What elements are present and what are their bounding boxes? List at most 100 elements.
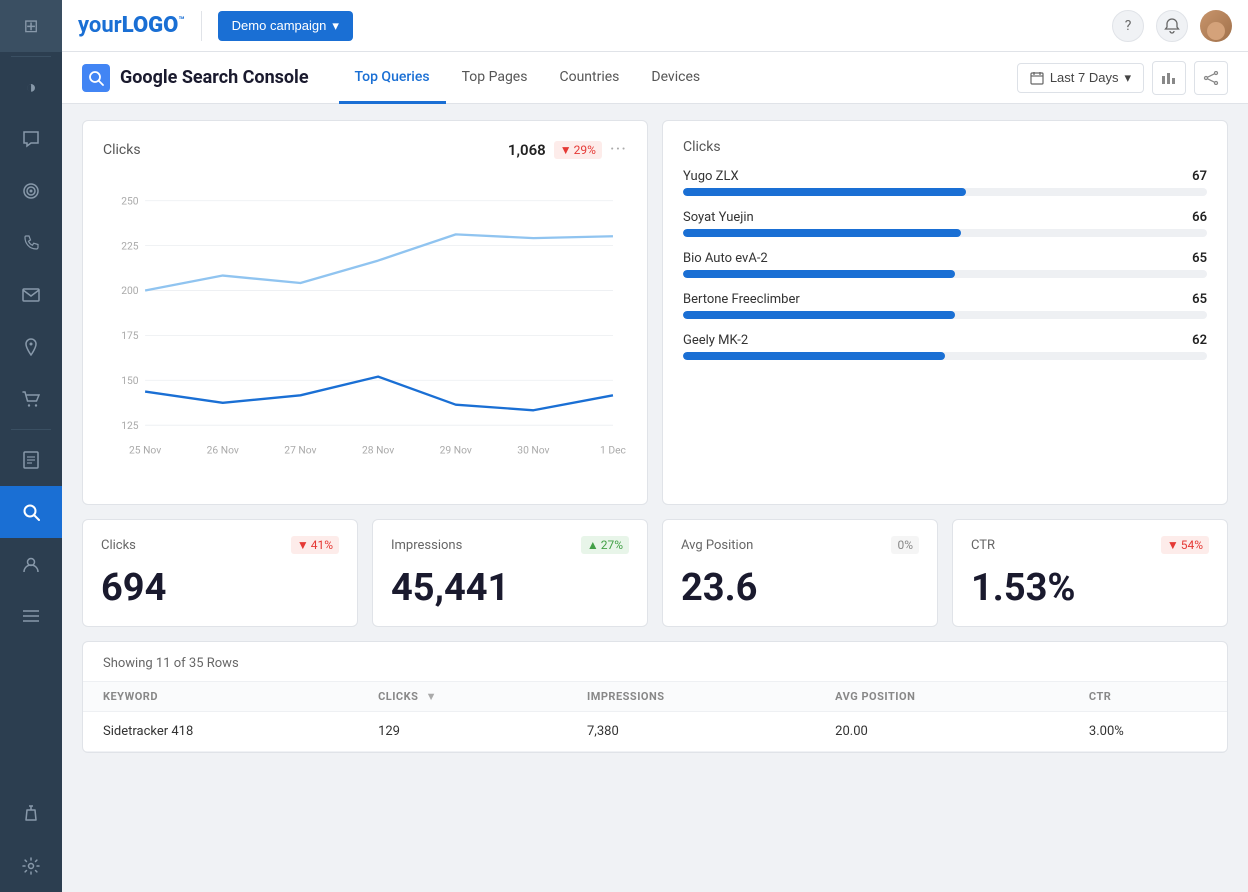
- chart-more-button[interactable]: ···: [610, 139, 627, 160]
- sidebar-item-list[interactable]: [0, 590, 62, 642]
- clicks-bar-card: Clicks Yugo ZLX 67 Soyat Yuejin: [662, 120, 1228, 505]
- bar-track-2: [683, 270, 1207, 278]
- bar-track-4: [683, 352, 1207, 360]
- sidebar: ⊞ ◑: [0, 0, 62, 892]
- date-range-button[interactable]: Last 7 Days ▾: [1017, 63, 1144, 93]
- svg-text:225: 225: [121, 239, 139, 252]
- bar-value-1: 66: [1192, 210, 1207, 225]
- sidebar-item-search[interactable]: [0, 486, 62, 538]
- bar-track-3: [683, 311, 1207, 319]
- data-table: Keyword Clicks ▼ Impressions Avg Positio…: [83, 681, 1227, 752]
- tab-top-queries[interactable]: Top Queries: [339, 52, 446, 104]
- table-header-row: Keyword Clicks ▼ Impressions Avg Positio…: [83, 682, 1227, 712]
- sidebar-item-chat[interactable]: [0, 113, 62, 165]
- sidebar-item-home[interactable]: ⊞: [0, 0, 62, 52]
- down-arrow-icon: ▼: [560, 143, 572, 157]
- help-button[interactable]: ?: [1112, 10, 1144, 42]
- chart-change-badge: ▼ 29%: [554, 141, 602, 159]
- col-header-avg-position: Avg Position: [815, 682, 1069, 712]
- col-header-keyword: Keyword: [83, 682, 358, 712]
- logo-logo: LOGO: [122, 13, 179, 38]
- bell-icon: [1164, 18, 1180, 34]
- list-item: Geely MK-2 62: [683, 333, 1207, 360]
- bar-label-2: Bio Auto evA-2: [683, 251, 768, 266]
- svg-text:27 Nov: 27 Nov: [284, 443, 316, 456]
- down-arrow-icon: ▼: [297, 538, 309, 552]
- date-range-label: Last 7 Days: [1050, 70, 1119, 85]
- metric-card-avg-position[interactable]: Avg Position 0% 23.6: [662, 519, 938, 627]
- col-header-impressions: Impressions: [567, 682, 815, 712]
- metric-title-ctr: CTR: [971, 538, 995, 553]
- table-info: Showing 11 of 35 Rows: [83, 642, 1227, 681]
- header-right: ?: [1112, 10, 1232, 42]
- sub-header: Google Search Console Top Queries Top Pa…: [62, 52, 1248, 104]
- sidebar-item-target[interactable]: [0, 165, 62, 217]
- metric-header-impressions: Impressions ▲ 27%: [391, 536, 629, 554]
- bar-fill-3: [683, 311, 955, 319]
- metric-card-ctr[interactable]: CTR ▼ 54% 1.53%: [952, 519, 1228, 627]
- tab-countries[interactable]: Countries: [543, 52, 635, 104]
- metric-header-clicks: Clicks ▼ 41%: [101, 536, 339, 554]
- campaign-label: Demo campaign: [232, 18, 327, 33]
- sidebar-item-plugins[interactable]: [0, 788, 62, 840]
- avatar[interactable]: [1200, 10, 1232, 42]
- bar-label-3: Bertone Freeclimber: [683, 292, 800, 307]
- sidebar-item-location[interactable]: [0, 321, 62, 373]
- metric-title-avg-position: Avg Position: [681, 538, 753, 553]
- clicks-chart-card: Clicks 1,068 ▼ 29% ··· 250 225 200: [82, 120, 648, 505]
- sidebar-item-settings[interactable]: [0, 840, 62, 892]
- bar-label-1: Soyat Yuejin: [683, 210, 754, 225]
- sidebar-item-users[interactable]: [0, 538, 62, 590]
- metrics-row: Clicks ▼ 41% 694 Impressions ▲ 27% 45,44…: [82, 519, 1228, 627]
- campaign-button[interactable]: Demo campaign ▾: [218, 11, 353, 41]
- bar-label-0: Yugo ZLX: [683, 169, 739, 184]
- top-row: Clicks 1,068 ▼ 29% ··· 250 225 200: [82, 120, 1228, 505]
- sidebar-item-cart[interactable]: [0, 373, 62, 425]
- up-arrow-icon: ▲: [587, 538, 599, 552]
- col-header-clicks[interactable]: Clicks ▼: [358, 682, 567, 712]
- chart-total-value: 1,068: [508, 141, 546, 159]
- metric-card-clicks[interactable]: Clicks ▼ 41% 694: [82, 519, 358, 627]
- cell-ctr: 3.00%: [1069, 712, 1227, 752]
- bar-fill-2: [683, 270, 955, 278]
- table-row[interactable]: Sidetracker 418 129 7,380 20.00 3.00%: [83, 712, 1227, 752]
- svg-text:125: 125: [121, 419, 139, 432]
- list-item: Bio Auto evA-2 65: [683, 251, 1207, 278]
- sidebar-item-reports[interactable]: [0, 434, 62, 486]
- clicks-change-badge: ▼ 41%: [291, 536, 339, 554]
- metric-card-impressions[interactable]: Impressions ▲ 27% 45,441: [372, 519, 648, 627]
- tab-top-pages[interactable]: Top Pages: [446, 52, 544, 104]
- svg-text:150: 150: [121, 374, 139, 387]
- avg-position-change-badge: 0%: [891, 536, 919, 554]
- sidebar-item-phone[interactable]: [0, 217, 62, 269]
- svg-text:200: 200: [121, 284, 139, 297]
- metric-value-ctr: 1.53%: [971, 566, 1209, 610]
- main-area: yourLOGO™ Demo campaign ▾ ? Google Sear: [62, 0, 1248, 892]
- sidebar-item-analytics[interactable]: ◑: [0, 61, 62, 113]
- logo-tm: ™: [178, 16, 184, 27]
- tabs: Top Queries Top Pages Countries Devices: [339, 52, 717, 103]
- bar-fill-0: [683, 188, 966, 196]
- page-icon: [82, 64, 110, 92]
- metric-value-clicks: 694: [101, 566, 339, 610]
- cell-avg-position: 20.00: [815, 712, 1069, 752]
- logo: yourLOGO™: [78, 13, 185, 38]
- metric-header-ctr: CTR ▼ 54%: [971, 536, 1209, 554]
- svg-text:26 Nov: 26 Nov: [207, 443, 239, 456]
- chart-columns-icon: [1161, 71, 1177, 85]
- chart-view-button[interactable]: [1152, 61, 1186, 95]
- list-item: Soyat Yuejin 66: [683, 210, 1207, 237]
- tab-devices[interactable]: Devices: [635, 52, 716, 104]
- notifications-button[interactable]: [1156, 10, 1188, 42]
- bar-value-3: 65: [1192, 292, 1207, 307]
- share-button[interactable]: [1194, 61, 1228, 95]
- date-dropdown-icon: ▾: [1124, 70, 1131, 86]
- share-icon: [1203, 71, 1219, 85]
- page-title: Google Search Console: [120, 67, 309, 88]
- sidebar-item-mail[interactable]: [0, 269, 62, 321]
- campaign-dropdown-icon: ▾: [332, 18, 339, 34]
- col-header-ctr: CTR: [1069, 682, 1227, 712]
- metric-value-avg-position: 23.6: [681, 566, 919, 610]
- sidebar-divider-2: [11, 429, 51, 430]
- top-header: yourLOGO™ Demo campaign ▾ ?: [62, 0, 1248, 52]
